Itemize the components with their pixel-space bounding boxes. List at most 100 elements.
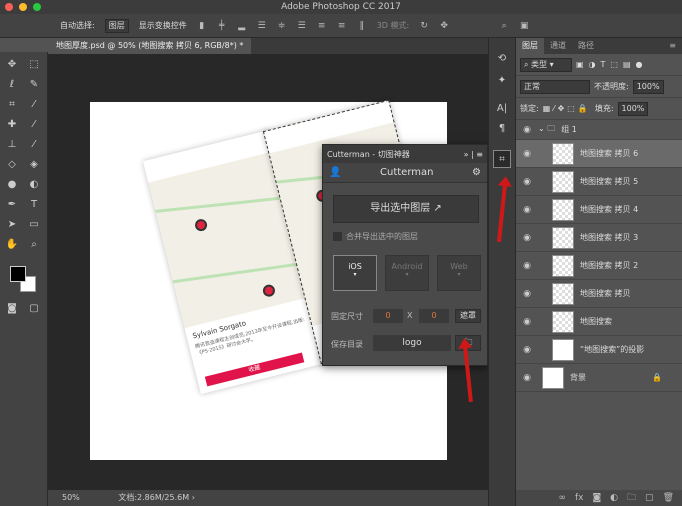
screen-mode-icon[interactable]: ▢ [26, 302, 42, 316]
platform-web-button[interactable]: Web ▾ [437, 255, 481, 291]
eyedropper-icon[interactable]: ⁄ [26, 98, 42, 112]
history-panel-icon[interactable]: ⟲ [494, 52, 510, 66]
blend-mode-dropdown[interactable]: 正常 [520, 79, 590, 94]
fill-input[interactable]: 100% [617, 101, 649, 116]
tab-channels[interactable]: 通道 [544, 38, 572, 54]
crop-extension-icon[interactable]: ⌗ [493, 150, 511, 168]
adjustment-layer-icon[interactable]: ◐ [610, 493, 618, 503]
eraser-icon[interactable]: ◇ [4, 158, 20, 172]
blur-tool-icon[interactable]: ● [4, 178, 20, 192]
workspace-icon[interactable]: ▣ [519, 21, 529, 31]
panel-menu-icon[interactable]: » | ≡ [464, 150, 483, 159]
eye-icon[interactable]: ◉ [516, 233, 538, 243]
history-brush-icon[interactable]: ⁄ [26, 138, 42, 152]
trash-icon[interactable]: 🗑 [663, 493, 674, 503]
add-mask-icon[interactable]: ◙ [592, 493, 601, 503]
zoom-tool-icon[interactable]: ⌕ [26, 238, 42, 252]
merge-checkbox[interactable] [333, 232, 342, 241]
chevron-right-icon[interactable]: › [192, 493, 195, 502]
align-hcenter-icon[interactable]: ≑ [277, 21, 287, 31]
maximize-window-button[interactable] [33, 3, 41, 11]
distribute-icon[interactable]: ≡ [317, 21, 327, 31]
rectangle-tool-icon[interactable]: ▭ [26, 218, 42, 232]
tab-paths[interactable]: 路径 [572, 38, 600, 54]
lock-icons[interactable]: ▦⁄✥⬚🔒 [543, 104, 591, 113]
layer-filter-dropdown[interactable]: ⌕ 类型 ▾ [520, 57, 572, 72]
align-top-icon[interactable]: ▮ [197, 21, 207, 31]
mask-button[interactable]: 遮罩 [455, 309, 481, 323]
layer-row[interactable]: ◉ 地图搜索 拷贝 5 [516, 168, 682, 196]
type-tool-icon[interactable]: T [26, 198, 42, 212]
path-select-icon[interactable]: ➤ [4, 218, 20, 232]
move-tool-icon[interactable]: ✥ [4, 58, 20, 72]
new-group-icon[interactable]: 🗀 [627, 490, 636, 506]
doc-info[interactable]: 文档:2.86M/25.6M [118, 493, 189, 502]
opacity-input[interactable]: 100% [632, 79, 664, 94]
pen-tool-icon[interactable]: ✒ [4, 198, 20, 212]
width-input[interactable]: 0 [373, 309, 403, 323]
dodge-tool-icon[interactable]: ◐ [26, 178, 42, 192]
marquee-tool-icon[interactable]: ⬚ [26, 58, 42, 72]
link-layers-icon[interactable]: ∞ [558, 493, 566, 503]
eye-icon[interactable]: ◉ [516, 317, 538, 327]
new-layer-icon[interactable]: ▢ [645, 493, 654, 503]
align-right-icon[interactable]: ☰ [297, 21, 307, 31]
layer-row[interactable]: ◉ 地图搜索 拷贝 [516, 280, 682, 308]
layer-row[interactable]: ◉ 地图搜索 [516, 308, 682, 336]
align-bottom-icon[interactable]: ▂ [237, 21, 247, 31]
show-transform-checkbox[interactable]: 显示变换控件 [139, 20, 187, 31]
quick-mask-icon[interactable]: ◙ [4, 302, 20, 316]
eye-icon[interactable]: ◉ [516, 345, 538, 355]
close-window-button[interactable] [5, 3, 13, 11]
align-left-icon[interactable]: ☰ [257, 21, 267, 31]
crop-tool-icon[interactable]: ⌗ [4, 98, 20, 112]
eye-icon[interactable]: ◉ [516, 205, 538, 215]
platform-ios-button[interactable]: iOS ▾ [333, 255, 377, 291]
layer-row[interactable]: ◉ 地图搜索 拷贝 2 [516, 252, 682, 280]
layer-group[interactable]: ◉ ⌄ 🗀 组 1 [516, 120, 682, 140]
layer-row[interactable]: ◉ 地图搜索 拷贝 6 [516, 140, 682, 168]
save-dir-input[interactable]: logo [373, 335, 451, 351]
align-vcenter-icon[interactable]: ╪ [217, 21, 227, 31]
3d-pan-icon[interactable]: ✥ [439, 21, 449, 31]
layer-row[interactable]: ◉ “地图搜索”的投影 [516, 336, 682, 364]
3d-rotate-icon[interactable]: ↻ [419, 21, 429, 31]
height-input[interactable]: 0 [419, 309, 449, 323]
layer-background[interactable]: ◉ 背景 🔒 [516, 364, 682, 392]
tab-layers[interactable]: 图层 [516, 38, 544, 54]
distribute-icon[interactable]: ≡ [337, 21, 347, 31]
layer-row[interactable]: ◉ 地图搜索 拷贝 3 [516, 224, 682, 252]
eye-icon[interactable]: ◉ [516, 373, 538, 383]
hand-tool-icon[interactable]: ✋ [4, 238, 20, 252]
layer-row[interactable]: ◉ 地图搜索 拷贝 4 [516, 196, 682, 224]
clone-stamp-icon[interactable]: ⊥ [4, 138, 20, 152]
filter-icons[interactable]: ▣◑T⬚▤● [576, 60, 648, 69]
user-icon[interactable]: 👤 [329, 167, 341, 178]
eye-icon[interactable]: ◉ [516, 261, 538, 271]
settings-gear-icon[interactable]: ⚙ [472, 167, 481, 178]
minimize-window-button[interactable] [19, 3, 27, 11]
platform-android-button[interactable]: Android ▾ [385, 255, 429, 291]
eye-icon[interactable]: ◉ [516, 177, 538, 187]
search-icon[interactable]: ⌕ [499, 21, 509, 31]
auto-select-dropdown[interactable]: 图层 [104, 18, 129, 33]
cutterman-tab[interactable]: Cutterman - 切图神器 [327, 149, 410, 160]
eye-icon[interactable]: ◉ [516, 149, 538, 159]
lasso-tool-icon[interactable]: ℓ [4, 78, 20, 92]
paragraph-panel-icon[interactable]: ¶ [494, 122, 510, 136]
export-selected-button[interactable]: 导出选中图层 ↗ [333, 195, 479, 223]
character-panel-icon[interactable]: A| [494, 102, 510, 116]
distribute-icon[interactable]: ‖ [357, 21, 367, 31]
document-tab[interactable]: 地图厚度.psd @ 50% (地图搜索 拷贝 6, RGB/8*) * [48, 38, 252, 54]
eye-icon[interactable]: ◉ [516, 289, 538, 299]
brush-tool-icon[interactable]: ⁄ [26, 118, 42, 132]
healing-brush-icon[interactable]: ✚ [4, 118, 20, 132]
puzzle-extension-icon[interactable]: ✦ [494, 74, 510, 88]
foreground-color-swatch[interactable] [10, 266, 26, 282]
quick-select-icon[interactable]: ✎ [26, 78, 42, 92]
fx-icon[interactable]: fx [575, 493, 584, 503]
panel-menu-icon[interactable]: ≡ [663, 38, 682, 54]
zoom-level[interactable]: 50% [62, 493, 80, 502]
paint-bucket-icon[interactable]: ◈ [26, 158, 42, 172]
eye-icon[interactable]: ◉ [516, 125, 538, 135]
